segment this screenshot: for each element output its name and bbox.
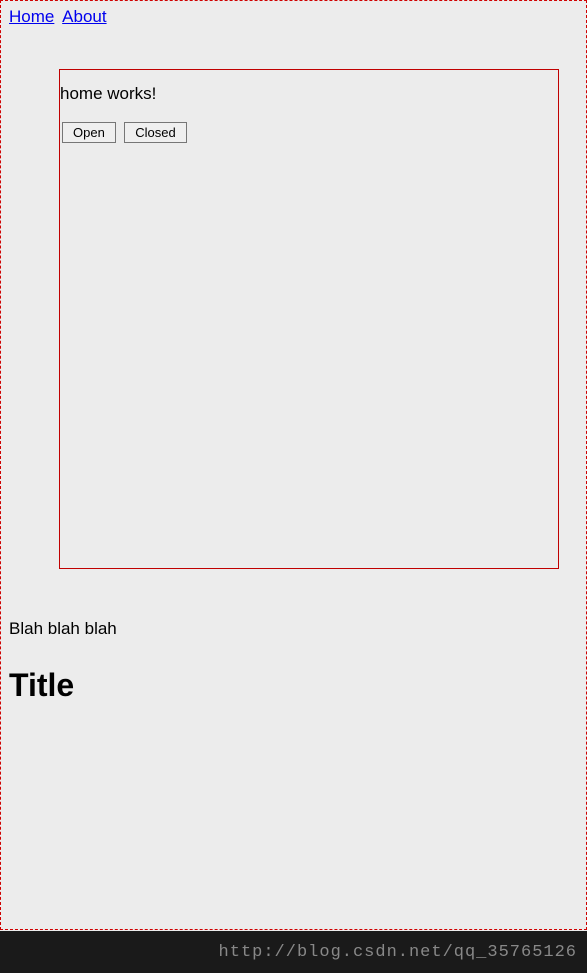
footer-bar: http://blog.csdn.net/qq_35765126 xyxy=(0,931,587,973)
below-text: Blah blah blah xyxy=(9,619,586,639)
content-box: home works! Open Closed xyxy=(59,69,559,569)
button-row: Open Closed xyxy=(62,122,558,143)
page-container: Home About home works! Open Closed Blah … xyxy=(0,0,587,930)
footer-url: http://blog.csdn.net/qq_35765126 xyxy=(219,943,577,962)
nav-about-link[interactable]: About xyxy=(62,7,106,26)
open-button[interactable]: Open xyxy=(62,122,116,143)
content-heading: home works! xyxy=(60,70,558,104)
nav-bar: Home About xyxy=(1,1,586,37)
nav-home-link[interactable]: Home xyxy=(9,7,54,26)
title-heading: Title xyxy=(9,667,586,704)
closed-button[interactable]: Closed xyxy=(124,122,186,143)
